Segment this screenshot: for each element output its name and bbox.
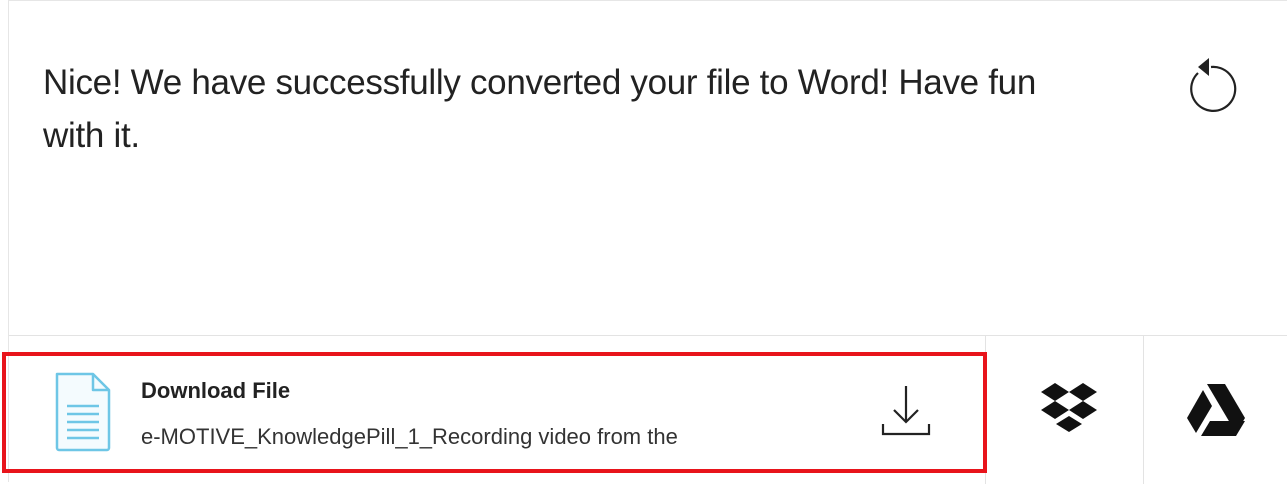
save-to-dropbox-button[interactable] (995, 336, 1143, 484)
download-button[interactable] (877, 382, 935, 440)
restart-button[interactable] (1177, 57, 1239, 119)
download-filename: e-MOTIVE_KnowledgePill_1_Recording video… (141, 424, 678, 449)
download-icon (881, 386, 931, 436)
google-drive-icon (1187, 384, 1245, 436)
restart-icon (1190, 58, 1237, 112)
download-bar: Download File e-MOTIVE_KnowledgePill_1_R… (9, 335, 1287, 484)
conversion-result-card: Nice! We have successfully converted you… (8, 0, 1287, 484)
download-file-row[interactable]: Download File e-MOTIVE_KnowledgePill_1_R… (9, 336, 985, 484)
success-message: Nice! We have successfully converted you… (43, 63, 1037, 155)
divider (1143, 336, 1144, 484)
divider (985, 336, 986, 484)
dropbox-icon (1041, 383, 1097, 432)
download-file-title: Download File (141, 378, 291, 403)
save-to-google-drive-button[interactable] (1145, 336, 1287, 484)
document-file-icon (53, 372, 113, 452)
